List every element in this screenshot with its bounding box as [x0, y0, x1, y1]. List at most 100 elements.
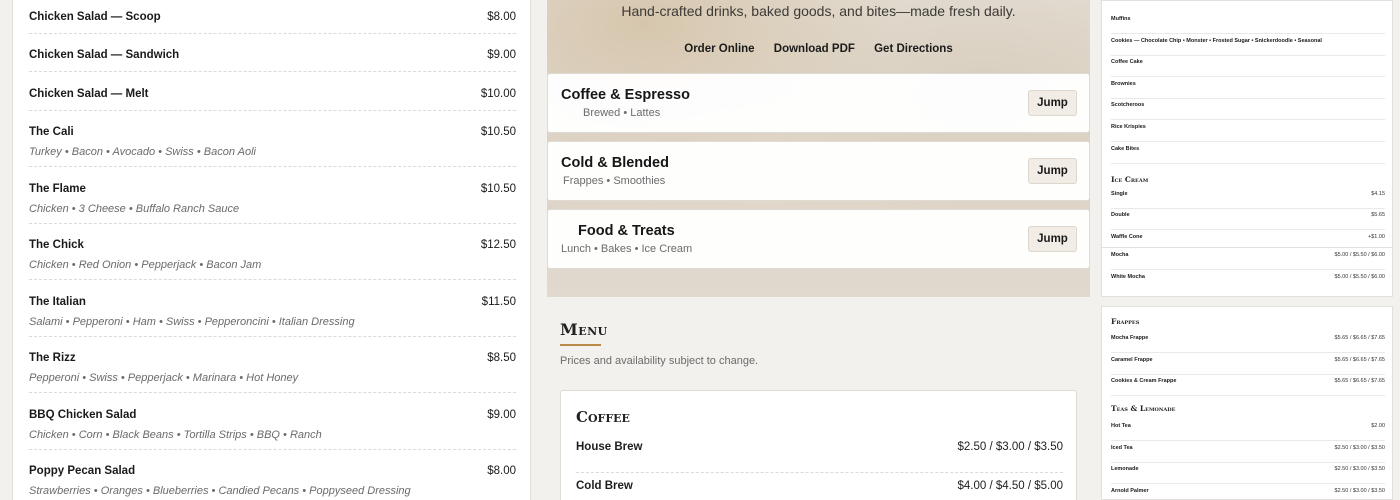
item-price: $5.00 / $5.50 / $6.00	[1334, 274, 1385, 280]
item-price: $2.50 / $3.00 / $3.50	[1334, 466, 1385, 472]
category-title: Coffee & Espresso	[561, 87, 690, 103]
category-subtitle: Lunch • Bakes • Ice Cream	[561, 243, 693, 255]
item-description: Strawberries • Oranges • Blueberries • C…	[29, 485, 411, 497]
item-name: Poppy Pecan Salad	[29, 465, 136, 477]
item-name: Cookies — Chocolate Chip • Monster • Fro…	[1111, 38, 1322, 44]
menu-row: The Chick $12.50 Chicken • Red Onion • P…	[29, 239, 516, 280]
item-price: $10.00	[480, 88, 516, 100]
menu-row: Brownies	[1111, 77, 1385, 99]
hero-banner: Hand-crafted drinks, baked goods, and bi…	[547, 0, 1090, 297]
menu-row: Cake Bites	[1111, 142, 1385, 164]
item-price: $8.00	[487, 11, 516, 23]
coffee-row: House Brew $2.50 / $3.00 / $3.50	[576, 441, 1063, 473]
menu-row: Iced Tea $2.50 / $3.00 / $3.50	[1111, 441, 1385, 463]
menu-heading: Menu	[560, 320, 608, 339]
menu-row: The Italian $11.50 Salami • Pepperoni • …	[29, 296, 516, 337]
menu-row: Caramel Frappe $5.65 / $6.65 / $7.65	[1111, 353, 1385, 375]
menu-row: Chicken Salad — Sandwich $9.00	[29, 49, 516, 72]
item-price: $4.00 / $4.50 / $5.00	[957, 480, 1063, 492]
category-card-cold: Cold & Blended Frappes • Smoothies Jump	[547, 141, 1090, 201]
get-directions-link[interactable]: Get Directions	[874, 43, 953, 55]
menu-row: White Mocha $5.00 / $5.50 / $6.00	[1111, 270, 1385, 292]
item-description: Turkey • Bacon • Avocado • Swiss • Bacon…	[29, 146, 256, 158]
right-menu-panel-mid: Mocha $5.00 / $5.50 / $6.00 White Mocha …	[1101, 248, 1393, 297]
coffee-section-title: Coffee	[576, 408, 630, 426]
item-name: Cold Brew	[576, 480, 633, 492]
item-name: House Brew	[576, 441, 643, 453]
menu-row: Mocha $5.00 / $5.50 / $6.00	[1111, 248, 1385, 270]
item-name: Waffle Cone	[1111, 234, 1143, 240]
coffee-section-card: Coffee House Brew $2.50 / $3.00 / $3.50 …	[560, 390, 1077, 500]
jump-button[interactable]: Jump	[1028, 158, 1077, 184]
item-name: Caramel Frappe	[1111, 357, 1153, 363]
download-pdf-link[interactable]: Download PDF	[774, 43, 855, 55]
item-name: Cookies & Cream Frappe	[1111, 378, 1177, 384]
item-price: $4.15	[1371, 191, 1385, 197]
item-name: The Cali	[29, 126, 74, 138]
menu-row: Chicken Salad — Melt $10.00	[29, 88, 516, 111]
item-name: Arnold Palmer	[1111, 488, 1149, 494]
menu-row: Rice Krispies	[1111, 120, 1385, 142]
item-description: Salami • Pepperoni • Ham • Swiss • Peppe…	[29, 316, 355, 328]
item-name: Iced Tea	[1111, 445, 1133, 451]
item-name: The Flame	[29, 183, 86, 195]
hero-links: Order Online Download PDF Get Directions	[547, 43, 1090, 55]
item-name: The Rizz	[29, 352, 76, 364]
teas-title: Teas & Lemonade	[1111, 404, 1176, 413]
item-price: $5.65 / $6.65 / $7.65	[1334, 378, 1385, 384]
category-card-food: Food & Treats Lunch • Bakes • Ice Cream …	[547, 209, 1090, 269]
item-price: $2.50 / $3.00 / $3.50	[1334, 488, 1385, 494]
menu-row: Muffins	[1111, 12, 1385, 34]
menu-row: Lemonade $2.50 / $3.00 / $3.50	[1111, 462, 1385, 484]
item-price: $2.50 / $3.00 / $3.50	[1334, 445, 1385, 451]
item-price: $9.00	[487, 49, 516, 61]
item-description: Chicken • Red Onion • Pepperjack • Bacon…	[29, 259, 262, 271]
ice-cream-title: Ice Cream	[1111, 175, 1149, 184]
menu-row: The Flame $10.50 Chicken • 3 Cheese • Bu…	[29, 183, 516, 224]
item-name: The Chick	[29, 239, 84, 251]
menu-row: Double $5.65	[1111, 208, 1385, 230]
coffee-row: Cold Brew $4.00 / $4.50 / $5.00	[576, 480, 1063, 500]
item-price: $5.65 / $6.65 / $7.65	[1334, 357, 1385, 363]
item-name: White Mocha	[1111, 274, 1145, 280]
item-description: Pepperoni • Swiss • Pepperjack • Marinar…	[29, 372, 299, 384]
menu-row: BBQ Chicken Salad $9.00 Chicken • Corn •…	[29, 409, 516, 450]
item-description: Chicken • Corn • Black Beans • Tortilla …	[29, 429, 322, 441]
menu-row: Cookies & Cream Frappe $5.65 / $6.65 / $…	[1111, 374, 1385, 396]
menu-row: Poppy Pecan Salad $8.00 Strawberries • O…	[29, 465, 516, 500]
category-subtitle: Frappes • Smoothies	[563, 175, 666, 187]
item-name: Double	[1111, 212, 1130, 218]
item-name: Muffins	[1111, 16, 1131, 22]
menu-row: Single $4.15	[1111, 187, 1385, 209]
menu-row: Arnold Palmer $2.50 / $3.00 / $3.50	[1111, 484, 1385, 500]
item-name: Brownies	[1111, 81, 1136, 87]
item-name: Chicken Salad — Scoop	[29, 11, 161, 23]
item-price: $2.50 / $3.00 / $3.50	[957, 441, 1063, 453]
category-title: Food & Treats	[578, 223, 675, 239]
order-online-link[interactable]: Order Online	[684, 43, 754, 55]
item-name: Mocha Frappe	[1111, 335, 1149, 341]
item-price: $8.50	[487, 352, 516, 364]
item-price: $10.50	[480, 126, 516, 138]
menu-row: Mocha Frappe $5.65 / $6.65 / $7.65	[1111, 331, 1385, 353]
item-name: Lemonade	[1111, 466, 1139, 472]
category-card-coffee: Coffee & Espresso Brewed • Lattes Jump	[547, 73, 1090, 133]
jump-button[interactable]: Jump	[1028, 90, 1077, 116]
item-price: $5.65 / $6.65 / $7.65	[1334, 335, 1385, 341]
item-price: $9.00	[487, 409, 516, 421]
frappes-title: Frappes	[1111, 317, 1140, 326]
item-price: $2.00	[1371, 423, 1385, 429]
heading-underline	[560, 344, 601, 346]
category-subtitle: Brewed • Lattes	[583, 107, 661, 119]
item-name: Rice Krispies	[1111, 124, 1146, 130]
item-price: +$1.00	[1368, 234, 1385, 240]
item-price: $10.50	[480, 183, 516, 195]
menu-row: Hot Tea $2.00	[1111, 419, 1385, 441]
item-price: $5.65	[1371, 212, 1385, 218]
jump-button[interactable]: Jump	[1028, 226, 1077, 252]
menu-row: The Cali $10.50 Turkey • Bacon • Avocado…	[29, 126, 516, 167]
item-price: $8.00	[487, 465, 516, 477]
item-name: Scotcheroos	[1111, 102, 1145, 108]
category-title: Cold & Blended	[561, 155, 669, 171]
main-content: Hand-crafted drinks, baked goods, and bi…	[547, 0, 1090, 500]
